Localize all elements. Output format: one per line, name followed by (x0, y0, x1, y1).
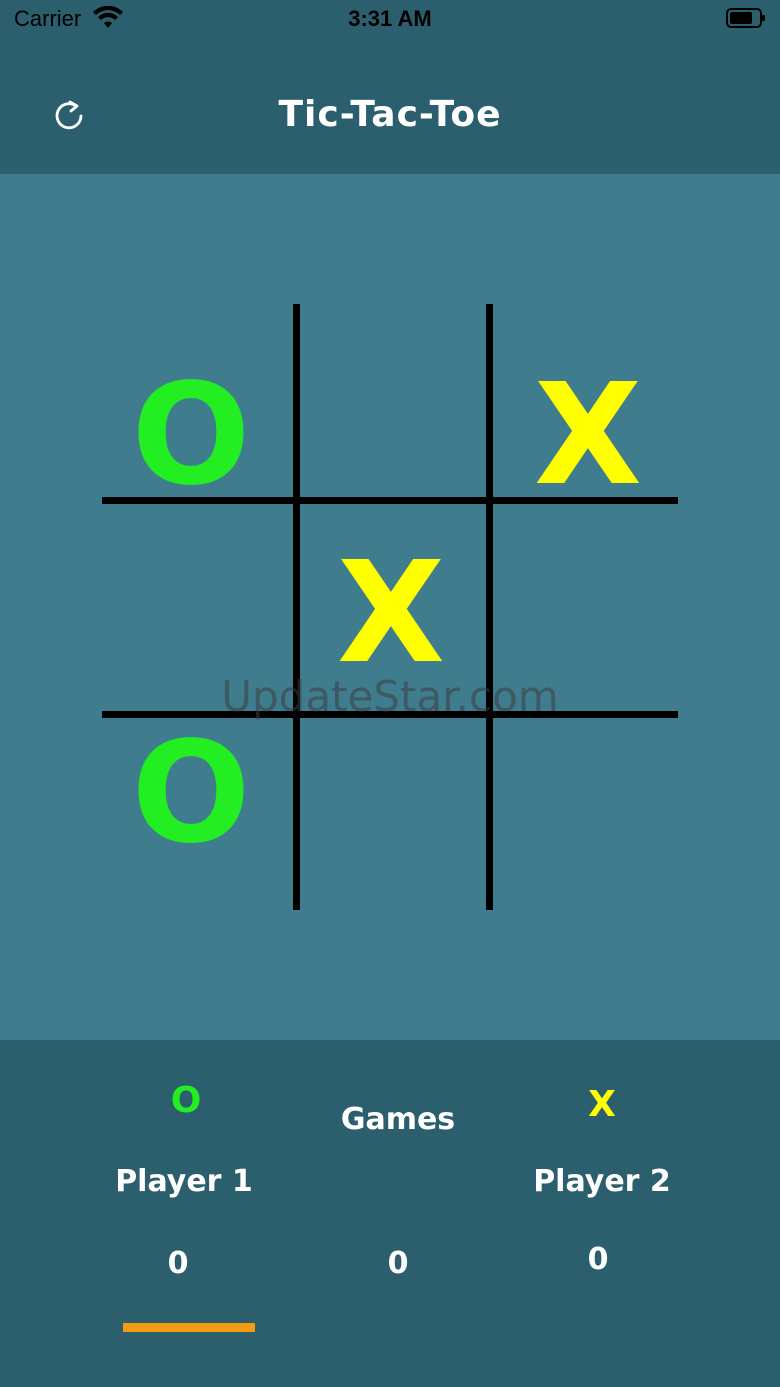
battery-icon (726, 8, 765, 28)
cell-1[interactable] (300, 336, 490, 536)
player2-name: Player 2 (533, 1164, 671, 1199)
player2-column: X (502, 1084, 702, 1125)
cell-5[interactable] (493, 514, 683, 714)
cell-mark: X (534, 354, 642, 517)
cell-0[interactable]: O (96, 336, 286, 536)
player2-symbol: X (588, 1084, 616, 1125)
player2-name-column: Player 2 (502, 1164, 702, 1199)
cell-4[interactable]: X (296, 514, 486, 714)
games-column: Games (298, 1102, 498, 1137)
cell-mark: X (337, 532, 445, 695)
cell-6[interactable]: O (96, 694, 286, 894)
turn-indicator (123, 1323, 255, 1332)
game-board: O X X O UpdateStar.com (0, 174, 780, 1040)
player1-column: O (86, 1080, 286, 1121)
cell-mark: O (131, 354, 251, 517)
cell-7[interactable] (300, 718, 490, 918)
cell-3[interactable] (96, 514, 286, 714)
cell-mark: O (131, 712, 251, 875)
games-score-column: 0 (298, 1246, 498, 1281)
clock: 3:31 AM (348, 6, 432, 31)
player2-score-column: 0 (498, 1242, 698, 1277)
player1-score: 0 (167, 1246, 189, 1281)
player2-score: 0 (587, 1242, 609, 1277)
player1-score-column: 0 (78, 1246, 278, 1281)
games-score: 0 (387, 1246, 409, 1281)
player1-name-column: Player 1 (84, 1164, 284, 1199)
player1-symbol: O (170, 1080, 202, 1121)
page-title: Tic-Tac-Toe (278, 94, 502, 135)
score-panel: O Player 1 0 Games 0 X Player 2 0 (0, 1040, 780, 1387)
nav-bar: Tic-Tac-Toe (0, 40, 780, 174)
status-bar: Carrier 3:31 AM (0, 0, 780, 40)
games-label: Games (340, 1102, 456, 1137)
player1-name: Player 1 (115, 1164, 253, 1199)
cell-8[interactable] (493, 718, 683, 918)
cell-2[interactable]: X (493, 336, 683, 536)
